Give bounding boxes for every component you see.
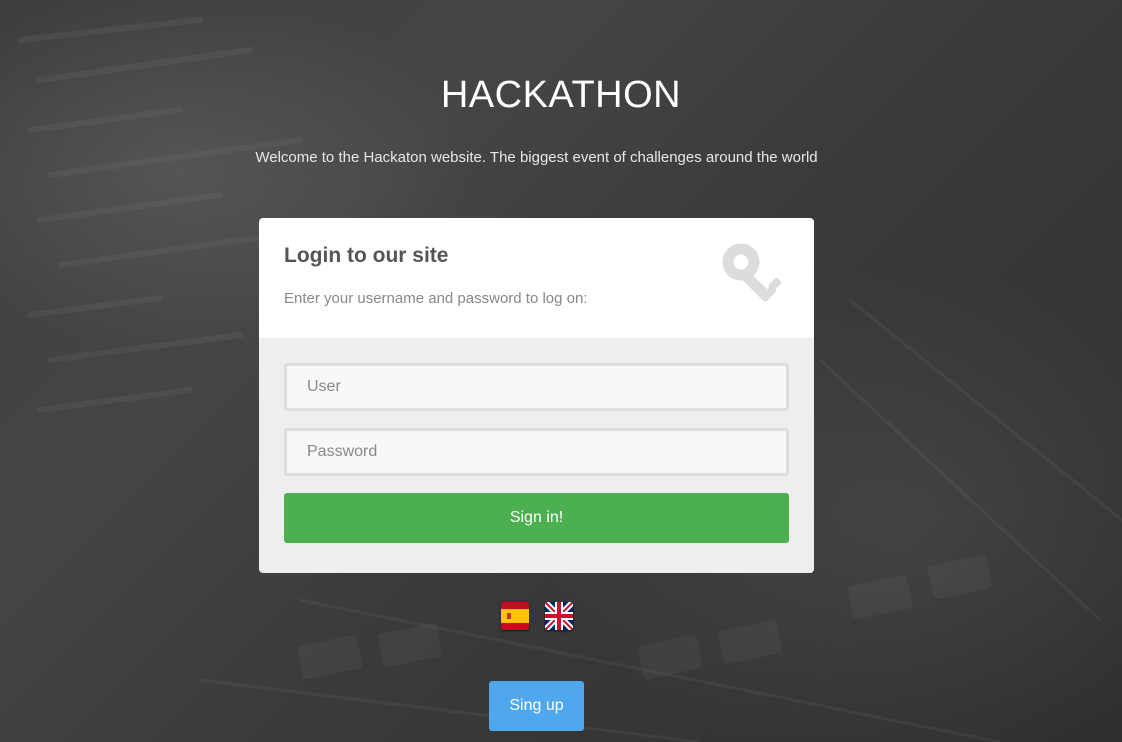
login-page: HACKATHON Welcome to the Hackaton websit…	[0, 0, 1122, 742]
login-heading: Login to our site	[284, 244, 449, 267]
login-card-form: Sign in!	[259, 338, 814, 573]
page-title: HACKATHON	[440, 74, 682, 116]
password-input[interactable]	[284, 428, 789, 476]
language-selector	[500, 602, 622, 632]
page-subtitle: Welcome to the Hackaton website. The big…	[255, 149, 818, 166]
login-card: Login to our site Enter your username an…	[259, 218, 814, 573]
user-input[interactable]	[284, 363, 789, 411]
spain-flag-icon[interactable]	[501, 602, 529, 630]
login-card-header: Login to our site Enter your username an…	[259, 218, 814, 338]
sign-up-button[interactable]: Sing up	[489, 681, 584, 731]
login-description: Enter your username and password to log …	[284, 290, 588, 307]
uk-flag-icon[interactable]	[545, 602, 573, 630]
sign-in-button[interactable]: Sign in!	[284, 493, 789, 543]
key-icon	[722, 243, 782, 302]
